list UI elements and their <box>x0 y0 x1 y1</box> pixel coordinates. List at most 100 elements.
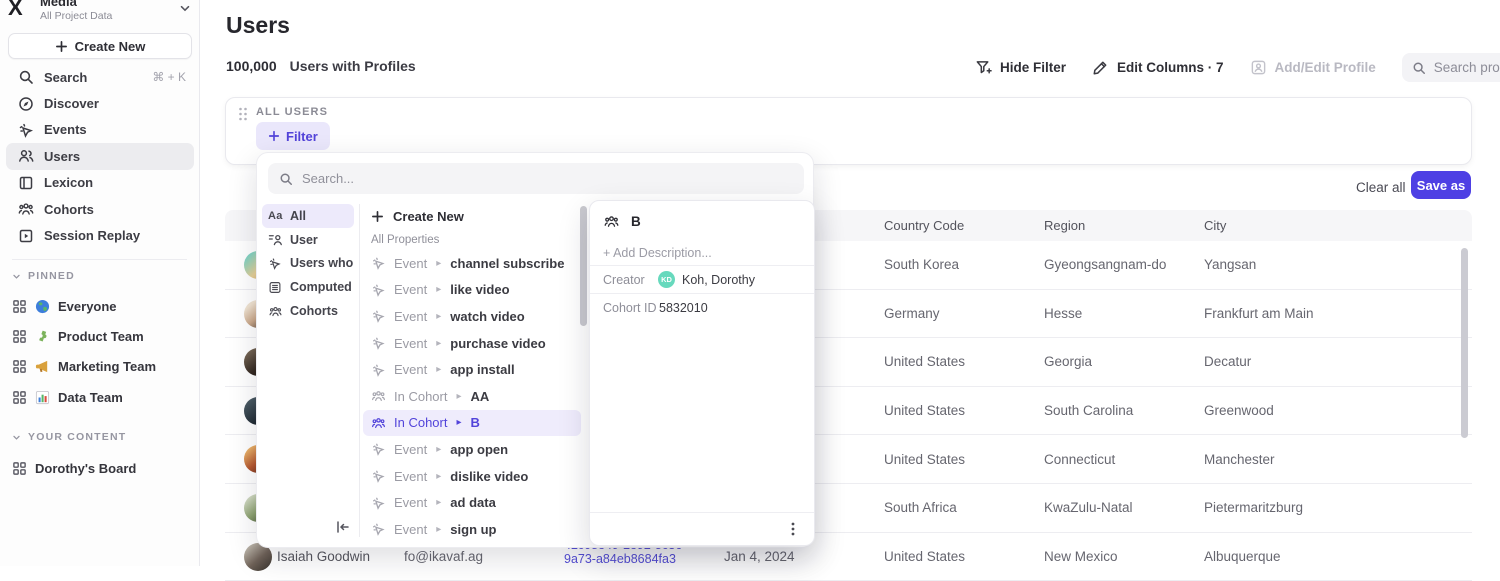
cell-country: Germany <box>884 290 940 338</box>
search-profiles-input[interactable]: Search profiles <box>1402 53 1500 82</box>
dropdown-item-event[interactable]: Event▸dislike video <box>363 463 581 490</box>
dropdown-item-cohort-b[interactable]: In Cohort▸B <box>363 410 581 437</box>
search-shortcut: ⌘ + K <box>152 70 186 84</box>
add-description-button[interactable]: + Add Description... <box>603 246 712 260</box>
dropdown-tab-computed[interactable]: Computed <box>262 275 354 299</box>
sidebar-item-session-replay[interactable]: Session Replay <box>6 222 194 248</box>
dropdown-tab-cohorts[interactable]: Cohorts <box>262 299 354 323</box>
dropdown-search-input[interactable]: Search... <box>268 163 804 194</box>
dropdown-tab-all[interactable]: Aa All <box>262 204 354 228</box>
workspace-switcher[interactable]: X Media All Project Data <box>8 0 192 22</box>
dropdown-item-event[interactable]: Event▸purchase video <box>363 330 581 357</box>
column-header-city[interactable]: City <box>1204 218 1226 233</box>
save-as-button[interactable]: Save as <box>1411 171 1471 199</box>
megaphone-icon <box>35 359 50 374</box>
add-filter-button[interactable]: Filter <box>256 122 330 150</box>
dropdown-item-event[interactable]: Event▸app install <box>363 356 581 383</box>
sidebar-item-events[interactable]: Events <box>6 117 194 143</box>
dropdown-tab-user[interactable]: User <box>262 228 354 252</box>
dropdown-item-event[interactable]: Event▸app open <box>363 436 581 463</box>
your-content-section-header[interactable]: YOUR CONTENT <box>0 431 200 443</box>
event-spark-icon <box>371 256 386 270</box>
cell-city: Albuquerque <box>1204 533 1281 581</box>
cell-city: Greenwood <box>1204 387 1274 435</box>
cohorts-icon <box>371 416 386 430</box>
cell-city: Manchester <box>1204 435 1275 483</box>
column-header-region[interactable]: Region <box>1044 218 1085 233</box>
sidebar: X Media All Project Data Create New Sear… <box>0 0 200 566</box>
filter-group-label: ALL USERS <box>256 106 328 118</box>
profile-badge-icon <box>1250 59 1267 76</box>
app-logo-icon: X <box>8 0 32 21</box>
cohorts-icon <box>603 214 620 229</box>
cohorts-icon <box>268 305 283 318</box>
plus-icon <box>371 210 384 223</box>
sidebar-board-everyone[interactable]: Everyone <box>0 291 200 321</box>
sidebar-board-product-team[interactable]: Product Team <box>0 321 200 351</box>
cell-country: United States <box>884 387 965 435</box>
sidebar-divider <box>12 259 187 260</box>
create-new-button[interactable]: Create New <box>8 33 192 59</box>
user-count-label[interactable]: Users with Profiles <box>290 58 416 74</box>
users-icon <box>18 148 34 164</box>
event-spark-icon <box>371 283 386 297</box>
dropdown-item-event[interactable]: Event▸ad data <box>363 489 581 516</box>
sidebar-board-marketing-team[interactable]: Marketing Team <box>0 352 200 382</box>
clear-all-button[interactable]: Clear all <box>1356 180 1406 195</box>
cell-city: Pietermaritzburg <box>1204 484 1303 532</box>
event-spark-icon <box>371 309 386 323</box>
dropdown-tab-users-who-did[interactable]: Users who di... <box>262 252 354 276</box>
sidebar-board-data-team[interactable]: Data Team <box>0 382 200 412</box>
creator-name: Koh, Dorothy <box>682 273 755 287</box>
sidebar-item-discover[interactable]: Discover <box>6 90 194 116</box>
collapse-panel-icon[interactable] <box>335 519 351 535</box>
dropdown-scrollbar[interactable] <box>580 206 587 326</box>
replay-icon <box>18 228 34 244</box>
user-count: 100,000 <box>226 58 277 74</box>
sidebar-item-users[interactable]: Users <box>6 143 194 169</box>
cohort-detail-popover: B + Add Description... Creator KD Koh, D… <box>589 200 815 546</box>
aa-icon: Aa <box>268 209 283 222</box>
cell-region: New Mexico <box>1044 533 1118 581</box>
sidebar-board-dorothys-board[interactable]: Dorothy's Board <box>0 453 200 483</box>
more-options-icon[interactable] <box>786 521 800 537</box>
cohorts-icon <box>371 389 386 403</box>
bar-chart-icon <box>35 390 50 405</box>
user-properties-icon <box>268 233 283 246</box>
dropdown-item-cohort[interactable]: In Cohort▸AA <box>363 383 581 410</box>
sidebar-item-search[interactable]: Search ⌘ + K <box>6 64 194 90</box>
drag-handle-icon[interactable] <box>238 107 248 121</box>
add-edit-profile-button[interactable]: Add/Edit Profile <box>1250 59 1376 76</box>
plus-icon <box>268 130 280 142</box>
cohort-title: B <box>631 214 641 229</box>
column-header-country-code[interactable]: Country Code <box>884 218 964 233</box>
sidebar-item-cohorts[interactable]: Cohorts <box>6 196 194 222</box>
dropdown-item-event[interactable]: Event▸sign up <box>363 516 581 543</box>
search-icon <box>18 69 34 85</box>
chevron-down-icon <box>12 433 21 442</box>
pinned-section-header[interactable]: PINNED <box>0 270 200 282</box>
sidebar-item-lexicon[interactable]: Lexicon <box>6 170 194 196</box>
dropdown-create-new[interactable]: Create New <box>363 204 581 229</box>
event-spark-icon <box>268 257 283 270</box>
cohorts-icon <box>18 201 34 217</box>
dropdown-item-event[interactable]: Event▸channel subscribe <box>363 250 581 277</box>
table-scrollbar[interactable] <box>1461 248 1468 438</box>
dropdown-item-event[interactable]: Event▸watch video <box>363 303 581 330</box>
cell-region: Georgia <box>1044 338 1092 386</box>
dropdown-divider <box>359 204 360 537</box>
compass-icon <box>18 96 34 112</box>
dropdown-item-event[interactable]: Event▸like video <box>363 277 581 304</box>
cell-country: South Korea <box>884 241 959 289</box>
search-icon <box>1412 61 1426 75</box>
hide-filter-button[interactable]: Hide Filter <box>975 59 1066 76</box>
cell-city: Yangsan <box>1204 241 1256 289</box>
cell-region: Gyeongsangnam-do <box>1044 241 1166 289</box>
creator-avatar: KD <box>658 271 675 288</box>
search-icon <box>279 172 293 186</box>
chevron-down-icon <box>12 272 21 281</box>
cohort-id-label: Cohort ID <box>603 301 658 315</box>
dropdown-section-label: All Properties <box>363 229 581 250</box>
edit-columns-button[interactable]: Edit Columns · 7 <box>1092 59 1224 76</box>
globe-icon <box>35 299 50 314</box>
